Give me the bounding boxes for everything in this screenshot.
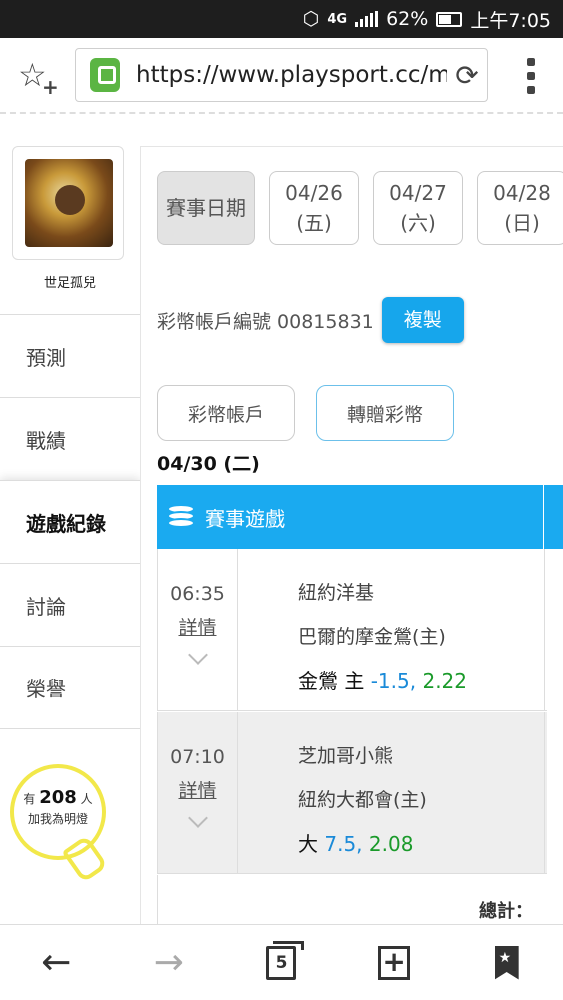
date-value: 04/28 <box>493 181 551 205</box>
away-team: 芝加哥小熊 <box>298 745 394 767</box>
game-teams: 芝加哥小熊 紐約大都會(主) 大 7.5, 2.08 <box>298 734 427 866</box>
sidebar-item-honor[interactable]: 榮譽 <box>0 646 140 729</box>
follower-number: 208 <box>39 787 77 808</box>
date-label: 賽事日期 <box>166 196 246 220</box>
sidebar-item-record[interactable]: 戰績 <box>0 397 140 480</box>
game-row: 07:10 詳情 芝加哥小熊 紐約大都會(主) 大 7.5, 2.08 <box>157 712 547 874</box>
date-label-button: 賽事日期 <box>157 171 255 245</box>
transfer-coins-label: 轉贈彩幣 <box>346 403 423 426</box>
game-time-column: 06:35 詳情 <box>158 549 238 711</box>
pick-label: 金鶯 主 <box>298 669 365 693</box>
game-time: 06:35 <box>170 583 225 605</box>
game-extra-col <box>544 712 563 874</box>
browser-toolbar: ☆ + https://www.playsport.cc/m ⟳ <box>0 38 563 114</box>
transfer-coins-button[interactable]: 轉贈彩幣 <box>316 385 454 441</box>
browser-bottom-bar: ← → 5 + ★ <box>0 924 563 1000</box>
chevron-down-icon[interactable] <box>187 645 208 665</box>
star-add-icon[interactable]: ☆ + <box>18 56 59 99</box>
tabs-icon: 5 <box>266 940 305 980</box>
game-extra-col <box>544 549 563 711</box>
game-row: 06:35 詳情 紐約洋基 巴爾的摩金鶯(主) 金鶯 主 -1.5, 2.22 <box>157 549 547 711</box>
coin-account-label: 彩幣帳戶 <box>187 403 264 426</box>
username[interactable]: 世足孤兒 <box>0 272 140 291</box>
date-value: 04/27 <box>389 181 447 205</box>
reload-icon[interactable]: ⟳ <box>447 59 487 92</box>
game-pick: 金鶯 主 -1.5, 2.22 <box>298 669 467 693</box>
network-type: 4G <box>327 11 348 27</box>
sidebar: 世足孤兒 預測 戰績 遊戲紀錄 討論 榮譽 有 208 人 加我為明燈 <box>0 114 140 924</box>
date-weekday: (六) <box>400 211 436 235</box>
sidebar-item-label: 榮譽 <box>26 677 66 701</box>
total-label: 總計： <box>479 901 533 922</box>
date-button-0426[interactable]: 04/26 (五) <box>269 171 359 245</box>
date-value: 04/26 <box>285 181 343 205</box>
follower-prefix: 有 <box>23 792 36 806</box>
forward-arrow-icon[interactable]: → <box>144 938 194 988</box>
sidebar-item-game-history[interactable]: 遊戲紀錄 <box>0 480 140 563</box>
table-title: 賽事遊戲 <box>205 506 285 531</box>
sidebar-item-discussion[interactable]: 討論 <box>0 563 140 646</box>
battery-icon <box>436 11 463 27</box>
home-team: 巴爾的摩金鶯(主) <box>298 626 446 648</box>
pick-odds: 2.22 <box>422 669 467 693</box>
main-panel: 賽事日期 04/26 (五) 04/27 (六) 04/28 (日) 彩幣帳戶編… <box>140 146 563 924</box>
game-time-column: 07:10 詳情 <box>158 712 238 874</box>
game-pick: 大 7.5, 2.08 <box>298 832 414 856</box>
game-teams: 紐約洋基 巴爾的摩金鶯(主) 金鶯 主 -1.5, 2.22 <box>298 571 467 703</box>
account-number: 彩幣帳戶編號 00815831 <box>157 310 374 333</box>
date-weekday: (日) <box>504 211 540 235</box>
date-button-0428[interactable]: 04/28 (日) <box>477 171 563 245</box>
follower-count[interactable]: 有 208 人 加我為明燈 <box>10 788 106 829</box>
chevron-down-icon[interactable] <box>187 808 208 828</box>
status-bar: ⬡ 4G 62% 上午7:05 <box>0 0 563 38</box>
sidebar-item-predict[interactable]: 預測 <box>0 314 140 397</box>
url-field[interactable]: https://www.playsport.cc/m ⟳ <box>75 48 488 102</box>
avatar[interactable] <box>25 159 113 247</box>
lock-icon <box>90 58 120 92</box>
date-button-0427[interactable]: 04/27 (六) <box>373 171 463 245</box>
bookmark-button[interactable]: ★ <box>482 938 532 988</box>
avatar-frame[interactable] <box>12 146 124 260</box>
follower-suffix: 人 <box>80 792 93 806</box>
home-team: 紐約大都會(主) <box>298 789 427 811</box>
coins-icon <box>167 504 195 530</box>
sidebar-item-label: 遊戲紀錄 <box>26 511 106 536</box>
battery-percent: 62% <box>386 8 429 30</box>
coin-account-button[interactable]: 彩幣帳戶 <box>157 385 295 441</box>
total-row: 總計： <box>157 875 547 924</box>
follower-caption: 加我為明燈 <box>27 812 88 826</box>
table-header-extra-col <box>543 485 563 549</box>
table-header: 賽事遊戲 <box>157 485 563 549</box>
new-tab-button[interactable]: + <box>369 938 419 988</box>
clock: 上午7:05 <box>470 9 551 32</box>
away-team: 紐約洋基 <box>298 582 375 604</box>
pick-label: 大 <box>298 832 318 856</box>
rotation-lock-icon: ⬡ <box>302 8 320 30</box>
copy-button[interactable]: 複製 <box>381 297 464 343</box>
sidebar-item-label: 戰績 <box>26 428 66 453</box>
details-link[interactable]: 詳情 <box>158 613 237 640</box>
sidebar-item-label: 預測 <box>26 345 66 370</box>
tabs-button[interactable]: 5 <box>256 938 306 988</box>
details-link[interactable]: 詳情 <box>158 776 237 803</box>
pick-line: -1.5 <box>370 669 410 693</box>
day-heading: 04/30 (二) <box>157 453 260 475</box>
sidebar-item-label: 討論 <box>26 594 66 619</box>
back-arrow-icon[interactable]: ← <box>31 938 81 988</box>
url-text[interactable]: https://www.playsport.cc/m <box>136 62 447 88</box>
date-weekday: (五) <box>296 211 332 235</box>
signal-icon <box>355 11 379 27</box>
new-tab-icon: + <box>378 945 411 980</box>
pick-line: 7.5 <box>324 832 357 856</box>
overflow-menu-icon[interactable] <box>527 58 535 94</box>
pick-odds: 2.08 <box>368 832 414 856</box>
game-time: 07:10 <box>170 746 225 768</box>
bookmark-icon: ★ <box>494 945 519 980</box>
account-number-line: 彩幣帳戶編號 00815831 複製 <box>157 297 464 343</box>
